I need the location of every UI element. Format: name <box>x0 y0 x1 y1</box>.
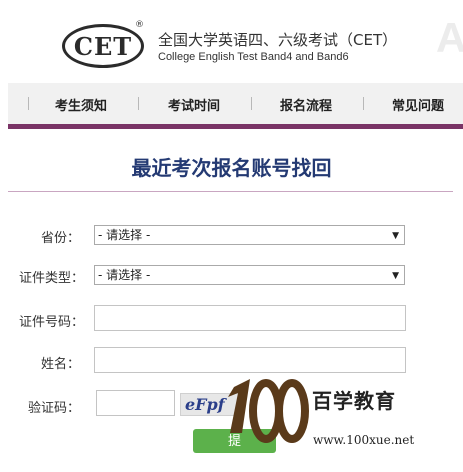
dropdown-arrow-icon: ▼ <box>392 231 399 241</box>
registered-mark: ® <box>135 20 144 30</box>
dropdown-arrow-icon: ▼ <box>392 271 399 281</box>
header-decoration: A <box>436 14 463 61</box>
cet-logo: CET <box>62 24 144 68</box>
cet-logo-text: CET <box>73 31 133 61</box>
nav-separator <box>363 97 364 110</box>
nav-item-exam-time[interactable]: 考试时间 <box>168 95 220 114</box>
name-label: 姓名： <box>40 357 80 372</box>
province-select-value: - 请选择 - <box>98 228 151 242</box>
id-number-input[interactable] <box>94 305 406 331</box>
id-type-select[interactable]: - 请选择 - ▼ <box>94 265 405 285</box>
nav-separator <box>28 97 29 110</box>
nav-item-faq[interactable]: 常见问题 <box>392 95 444 114</box>
nav-item-notice[interactable]: 考生须知 <box>55 95 107 114</box>
id-number-label: 证件号码： <box>18 315 84 330</box>
watermark-url: www.100xue.net <box>313 433 415 447</box>
nav-item-registration[interactable]: 报名流程 <box>280 95 332 114</box>
id-type-label: 证件类型： <box>18 271 84 286</box>
watermark-logo-icon <box>228 379 309 443</box>
site-header: CET ® 全国大学英语四、六级考试（CET） College English … <box>0 0 463 83</box>
province-select[interactable]: - 请选择 - ▼ <box>94 225 405 245</box>
captcha-input[interactable] <box>96 390 175 416</box>
nav-separator <box>138 97 139 110</box>
name-input[interactable] <box>94 347 406 373</box>
main-nav: 考生须知 考试时间 报名流程 常见问题 <box>8 83 463 124</box>
nav-separator <box>251 97 252 110</box>
id-type-select-value: - 请选择 - <box>98 268 151 282</box>
nav-underline <box>8 124 463 129</box>
title-divider <box>8 191 453 192</box>
captcha-label: 验证码： <box>27 401 80 416</box>
site-title: 全国大学英语四、六级考试（CET） <box>158 31 398 49</box>
page-title: 最近考次报名账号找回 <box>131 156 332 180</box>
watermark-brand: 百学教育 <box>312 389 396 413</box>
site-subtitle: College English Test Band4 and Band6 <box>158 51 349 63</box>
province-label: 省份： <box>40 231 80 246</box>
